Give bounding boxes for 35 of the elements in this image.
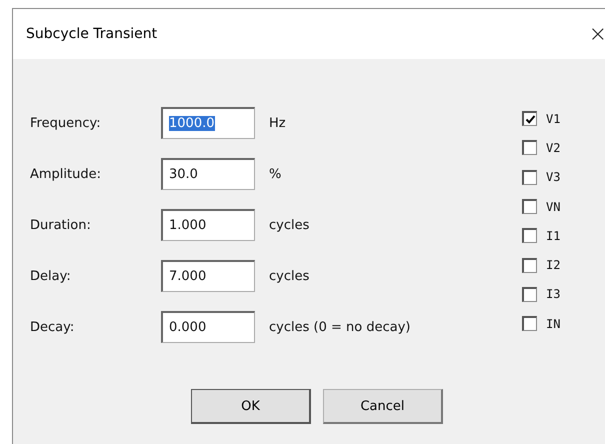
checkbox[interactable] <box>522 170 537 185</box>
unit-label: cycles <box>269 218 310 232</box>
checkbox-label: V1 <box>546 112 560 126</box>
input-field[interactable]: 0.000 <box>161 311 255 343</box>
checkbox[interactable] <box>522 316 537 332</box>
checkbox[interactable] <box>522 111 537 126</box>
checkbox-label: V2 <box>546 140 560 155</box>
input-field[interactable]: 30.0 <box>161 158 255 190</box>
unit-label: cycles (0 = no decay) <box>269 320 412 334</box>
checkbox-label: IN <box>546 316 560 331</box>
input-field[interactable]: 1.000 <box>161 209 255 241</box>
close-button[interactable]: × <box>584 22 605 46</box>
checkbox[interactable] <box>522 286 537 302</box>
unit-label: cycles <box>269 268 310 284</box>
checkbox[interactable] <box>522 228 537 244</box>
checkbox-label: V3 <box>546 170 560 184</box>
unit-label: % <box>269 166 282 182</box>
input-field[interactable]: 7.000 <box>161 260 255 292</box>
ok-button[interactable]: OK <box>191 389 311 424</box>
checkbox[interactable] <box>522 199 537 214</box>
field-label: Decay: <box>30 320 76 334</box>
checkbox[interactable] <box>522 258 537 273</box>
checkbox-label: I3 <box>546 287 560 302</box>
checkbox[interactable] <box>522 140 537 156</box>
unit-label: Hz <box>269 116 287 130</box>
checkbox-label: VN <box>546 200 560 214</box>
checkbox-label: I1 <box>546 228 560 243</box>
window-title: Subcycle Transient <box>26 26 158 42</box>
field-label: Delay: <box>30 268 72 284</box>
cancel-button[interactable]: Cancel <box>323 389 443 424</box>
field-label: Duration: <box>30 218 92 232</box>
field-label: Amplitude: <box>30 166 102 182</box>
input-field[interactable]: 1000.0 <box>161 107 255 139</box>
field-label: Frequency: <box>30 116 102 130</box>
checkbox-label: I2 <box>546 258 560 272</box>
